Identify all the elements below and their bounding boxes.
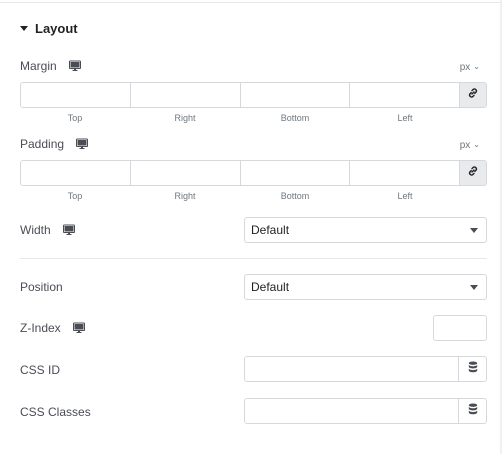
- padding-label: Padding: [20, 137, 65, 151]
- link-icon: [467, 86, 479, 104]
- caret-down-icon: [20, 25, 28, 31]
- margin-top-input[interactable]: [21, 83, 131, 107]
- divider: [20, 258, 487, 259]
- width-select[interactable]: Default: [244, 217, 487, 243]
- margin-right-label: Right: [174, 113, 196, 123]
- css-classes-label: CSS Classes: [20, 405, 91, 419]
- width-label: Width: [20, 223, 51, 237]
- padding-dimensions: [20, 160, 487, 186]
- css-id-label: CSS ID: [20, 363, 61, 377]
- desktop-monitor-icon[interactable]: [62, 224, 75, 236]
- margin-unit-select[interactable]: px ⌄: [460, 60, 480, 74]
- padding-left-label: Left: [397, 191, 413, 201]
- padding-link-button[interactable]: [460, 161, 486, 185]
- margin-left-input[interactable]: [350, 83, 460, 107]
- padding-bottom-input[interactable]: [240, 161, 351, 185]
- css-classes-input[interactable]: [245, 399, 458, 423]
- padding-unit-value: px: [459, 139, 471, 151]
- position-label-row: Position: [20, 279, 63, 295]
- css-id-dynamic-tags-button[interactable]: [458, 357, 486, 381]
- link-icon: [467, 164, 479, 182]
- margin-label-row: Margin: [20, 58, 81, 74]
- margin-right-input[interactable]: [130, 83, 241, 107]
- desktop-monitor-icon[interactable]: [76, 138, 89, 150]
- database-icon: [468, 360, 478, 378]
- section-header-layout[interactable]: Layout: [20, 20, 78, 36]
- padding-right-input[interactable]: [130, 161, 241, 185]
- padding-right-label: Right: [174, 191, 196, 201]
- chevron-down-icon: ⌄: [473, 140, 480, 149]
- width-label-row: Width: [20, 222, 75, 238]
- top-border: [0, 2, 502, 3]
- caret-down-icon: [470, 285, 478, 290]
- margin-unit-value: px: [459, 61, 471, 73]
- margin-label: Margin: [20, 59, 57, 73]
- desktop-monitor-icon[interactable]: [68, 60, 81, 72]
- desktop-monitor-icon[interactable]: [72, 322, 85, 334]
- margin-left-label: Left: [397, 113, 413, 123]
- position-select[interactable]: Default: [244, 274, 487, 300]
- section-title: Layout: [35, 20, 78, 36]
- margin-link-button[interactable]: [460, 83, 486, 107]
- position-label: Position: [20, 280, 63, 294]
- caret-down-icon: [470, 228, 478, 233]
- margin-dimensions: [20, 82, 487, 108]
- css-classes-label-row: CSS Classes: [20, 404, 91, 420]
- margin-top-label: Top: [67, 113, 83, 123]
- chevron-down-icon: ⌄: [473, 62, 480, 71]
- padding-dimension-labels: Top Right Bottom Left: [20, 191, 460, 201]
- zindex-label: Z-Index: [20, 321, 61, 335]
- zindex-input[interactable]: [433, 315, 487, 341]
- css-id-input[interactable]: [245, 357, 458, 381]
- padding-top-input[interactable]: [21, 161, 131, 185]
- margin-dimension-labels: Top Right Bottom Left: [20, 113, 460, 123]
- padding-left-input[interactable]: [350, 161, 460, 185]
- css-classes-field: [244, 398, 487, 424]
- padding-bottom-label: Bottom: [280, 191, 310, 201]
- database-icon: [468, 402, 478, 420]
- margin-bottom-input[interactable]: [240, 83, 351, 107]
- padding-top-label: Top: [67, 191, 83, 201]
- padding-unit-select[interactable]: px ⌄: [460, 138, 480, 152]
- css-classes-dynamic-tags-button[interactable]: [458, 399, 486, 423]
- css-id-field: [244, 356, 487, 382]
- padding-label-row: Padding: [20, 136, 89, 152]
- position-select-value: Default: [251, 280, 290, 294]
- width-select-value: Default: [251, 223, 290, 237]
- css-id-label-row: CSS ID: [20, 362, 60, 378]
- zindex-label-row: Z-Index: [20, 320, 85, 336]
- margin-bottom-label: Bottom: [280, 113, 310, 123]
